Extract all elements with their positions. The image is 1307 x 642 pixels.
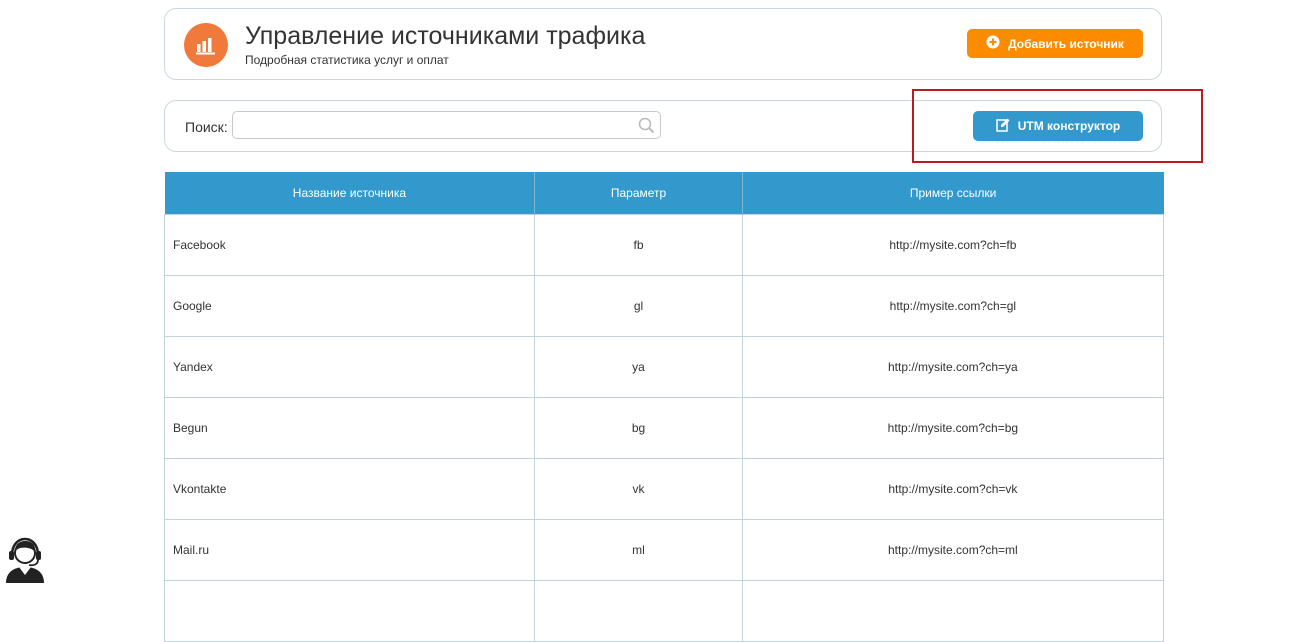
param-cell: fb (534, 214, 743, 276)
table-header-row: Название источника Параметр Пример ссылк… (164, 172, 1164, 215)
source-name-cell: Begun (163, 397, 536, 459)
table-row[interactable]: Facebook fb http://mysite.com?ch=fb (163, 214, 1165, 276)
table-row[interactable]: Vkontakte vk http://mysite.com?ch=vk (163, 458, 1165, 520)
param-cell: ml (534, 519, 743, 581)
table-row[interactable]: Google gl http://mysite.com?ch=gl (163, 275, 1165, 337)
column-header-name[interactable]: Название источника (164, 172, 535, 215)
source-name-cell: Yandex (163, 336, 536, 398)
header-panel: Управление источниками трафика Подробная… (164, 8, 1162, 80)
link-cell: http://mysite.com?ch=ml (741, 519, 1165, 581)
source-name-cell (163, 580, 536, 642)
page-title: Управление источниками трафика (245, 22, 646, 50)
link-cell: http://mysite.com?ch=ya (741, 336, 1165, 398)
search-input[interactable] (232, 111, 661, 139)
param-cell (534, 580, 743, 642)
bar-chart-icon (184, 23, 228, 67)
add-source-button[interactable]: Добавить источник (967, 29, 1143, 58)
param-cell: bg (534, 397, 743, 459)
sources-table: Название источника Параметр Пример ссылк… (163, 172, 1165, 642)
table-row[interactable]: Yandex ya http://mysite.com?ch=ya (163, 336, 1165, 398)
table-row[interactable] (163, 580, 1165, 642)
link-cell (741, 580, 1165, 642)
search-icon[interactable] (638, 117, 655, 139)
support-agent-icon[interactable] (4, 536, 46, 588)
plus-circle-icon (986, 35, 1000, 52)
column-header-param[interactable]: Параметр (534, 172, 743, 215)
source-name-cell: Mail.ru (163, 519, 536, 581)
add-source-label: Добавить источник (1008, 36, 1124, 51)
table-row[interactable]: Mail.ru ml http://mysite.com?ch=ml (163, 519, 1165, 581)
column-header-link[interactable]: Пример ссылки (741, 172, 1164, 215)
source-name-cell: Vkontakte (163, 458, 536, 520)
link-cell: http://mysite.com?ch=bg (741, 397, 1165, 459)
param-cell: ya (534, 336, 743, 398)
link-cell: http://mysite.com?ch=vk (741, 458, 1165, 520)
param-cell: gl (534, 275, 743, 337)
source-name-cell: Google (163, 275, 536, 337)
link-cell: http://mysite.com?ch=fb (741, 214, 1165, 276)
search-label: Поиск: (185, 119, 228, 135)
param-cell: vk (534, 458, 743, 520)
page-subtitle: Подробная статистика услуг и оплат (245, 53, 449, 67)
source-name-cell: Facebook (163, 214, 536, 276)
table-row[interactable]: Begun bg http://mysite.com?ch=bg (163, 397, 1165, 459)
link-cell: http://mysite.com?ch=gl (741, 275, 1165, 337)
highlight-box (912, 89, 1203, 163)
